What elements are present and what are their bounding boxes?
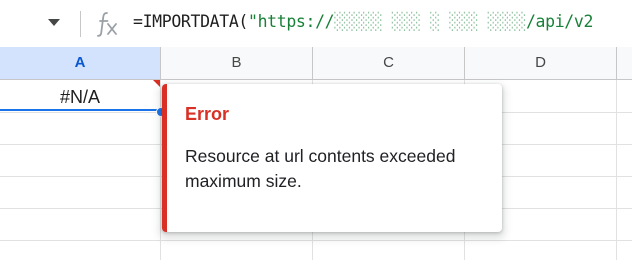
error-indicator-icon[interactable] — [153, 80, 160, 87]
column-header-c[interactable]: C — [313, 47, 465, 79]
caret-down-icon[interactable] — [48, 19, 60, 26]
column-header-d[interactable]: D — [465, 47, 617, 79]
error-title: Error — [185, 104, 230, 124]
column-header-e[interactable] — [617, 47, 632, 79]
function-fx-icon — [97, 12, 117, 37]
cell-a1[interactable]: #N/A — [0, 80, 160, 111]
error-message: Resource at url contents exceeded maximu… — [185, 146, 456, 191]
column-header-row: A B C D — [0, 47, 632, 80]
error-accent-bar — [162, 84, 167, 232]
gridline — [616, 80, 617, 260]
formula-url-redacted: ░░░░░ ░░░ ░ ░░░ ░░░░ — [334, 12, 526, 31]
formula-url-start: "https:// — [248, 12, 335, 31]
column-header-a[interactable]: A — [0, 47, 161, 79]
formula-input[interactable]: =IMPORTDATA("https://░░░░░ ░░░ ░ ░░░ ░░░… — [133, 12, 593, 31]
formula-url-end: /api/v2 — [525, 12, 594, 31]
column-header-b[interactable]: B — [161, 47, 313, 79]
error-tooltip: Error Resource at url contents exceeded … — [162, 84, 502, 232]
spreadsheet-window: =IMPORTDATA("https://░░░░░ ░░░ ░ ░░░ ░░░… — [0, 0, 632, 260]
formula-prefix: =IMPORTDATA( — [133, 12, 249, 31]
formula-bar: =IMPORTDATA("https://░░░░░ ░░░ ░ ░░░ ░░░… — [0, 0, 632, 48]
gridline — [0, 240, 632, 241]
formula-bar-divider — [80, 11, 81, 37]
